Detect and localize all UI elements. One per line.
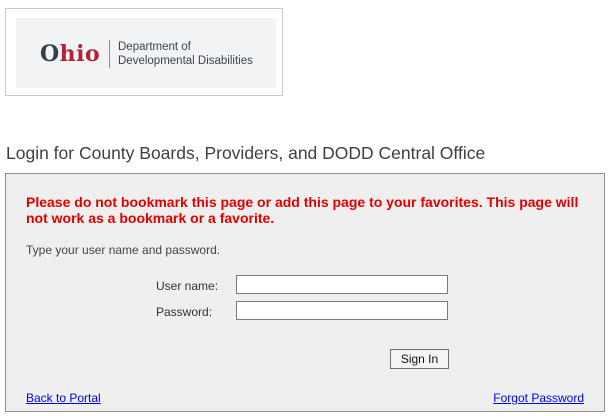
- ohio-wordmark-rest: hio: [59, 41, 101, 67]
- password-input[interactable]: [236, 301, 448, 320]
- ohio-wordmark-o: O: [40, 41, 60, 67]
- forgot-password-link[interactable]: Forgot Password: [493, 391, 584, 405]
- logo-department-line2: Developmental Disabilities: [118, 55, 253, 67]
- page-title: Login for County Boards, Providers, and …: [6, 143, 486, 163]
- back-to-portal-link[interactable]: Back to Portal: [26, 391, 101, 405]
- ohio-wordmark: Ohio: [40, 43, 100, 65]
- logo-department-line1: Department of: [118, 41, 191, 53]
- agency-logo: Ohio Department of Developmental Disabil…: [5, 8, 283, 96]
- username-input[interactable]: [236, 275, 448, 294]
- username-label: User name:: [156, 279, 219, 293]
- password-label: Password:: [156, 305, 213, 319]
- login-panel: Please do not bookmark this page or add …: [5, 173, 605, 412]
- sign-in-button[interactable]: Sign In: [390, 349, 449, 369]
- login-instruction: Type your user name and password.: [26, 243, 221, 257]
- bookmark-warning: Please do not bookmark this page or add …: [26, 194, 579, 226]
- logo-background: Ohio Department of Developmental Disabil…: [16, 18, 276, 88]
- logo-divider: [109, 40, 110, 68]
